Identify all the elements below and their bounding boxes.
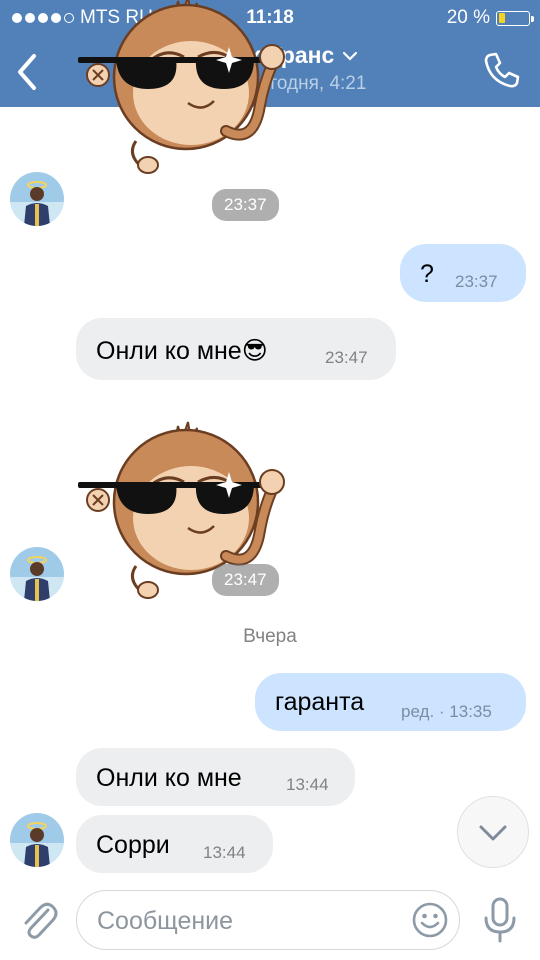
outgoing-message[interactable]: ? 23:37 [400,244,526,302]
message-time: 13:44 [286,775,329,794]
incoming-message[interactable]: Онли ко мне 13:44 [76,748,355,806]
avatar[interactable] [10,172,64,226]
message-text: Онли ко мне😎 [96,337,268,365]
message-time: 23:47 [325,348,368,367]
battery-percent: 20 % [446,7,490,28]
message-text: Сорри [96,831,170,859]
message-input-wrapper [76,890,460,950]
scroll-to-bottom-button[interactable] [457,796,529,868]
attach-button[interactable] [18,898,58,942]
battery-icon [496,10,534,26]
message-text: гаранта [275,688,365,716]
outgoing-message[interactable]: гаранта ред. · 13:35 [255,673,526,731]
incoming-message[interactable]: Онли ко мне😎 23:47 [76,318,396,380]
message-input[interactable] [95,899,399,943]
call-button[interactable] [482,50,522,90]
message-text: Онли ко мне [96,764,242,792]
message-time: 13:44 [203,843,246,862]
message-composer [0,880,540,960]
sticker-time: 23:37 [212,189,279,221]
avatar[interactable] [10,547,64,601]
incoming-message[interactable]: Сорри 13:44 [76,815,273,873]
message-time: 23:37 [455,272,498,291]
emoji-button[interactable] [411,901,449,939]
message-edited-time: ред. · 13:35 [401,702,492,721]
chevron-down-icon [343,51,358,61]
back-button[interactable] [12,52,42,92]
avatar[interactable] [10,813,64,867]
sticker-time: 23:47 [212,564,279,596]
chevron-down-icon [479,825,507,841]
microphone-button[interactable] [482,896,518,944]
message-text: ? [420,260,434,288]
date-separator: Вчера [243,626,297,647]
